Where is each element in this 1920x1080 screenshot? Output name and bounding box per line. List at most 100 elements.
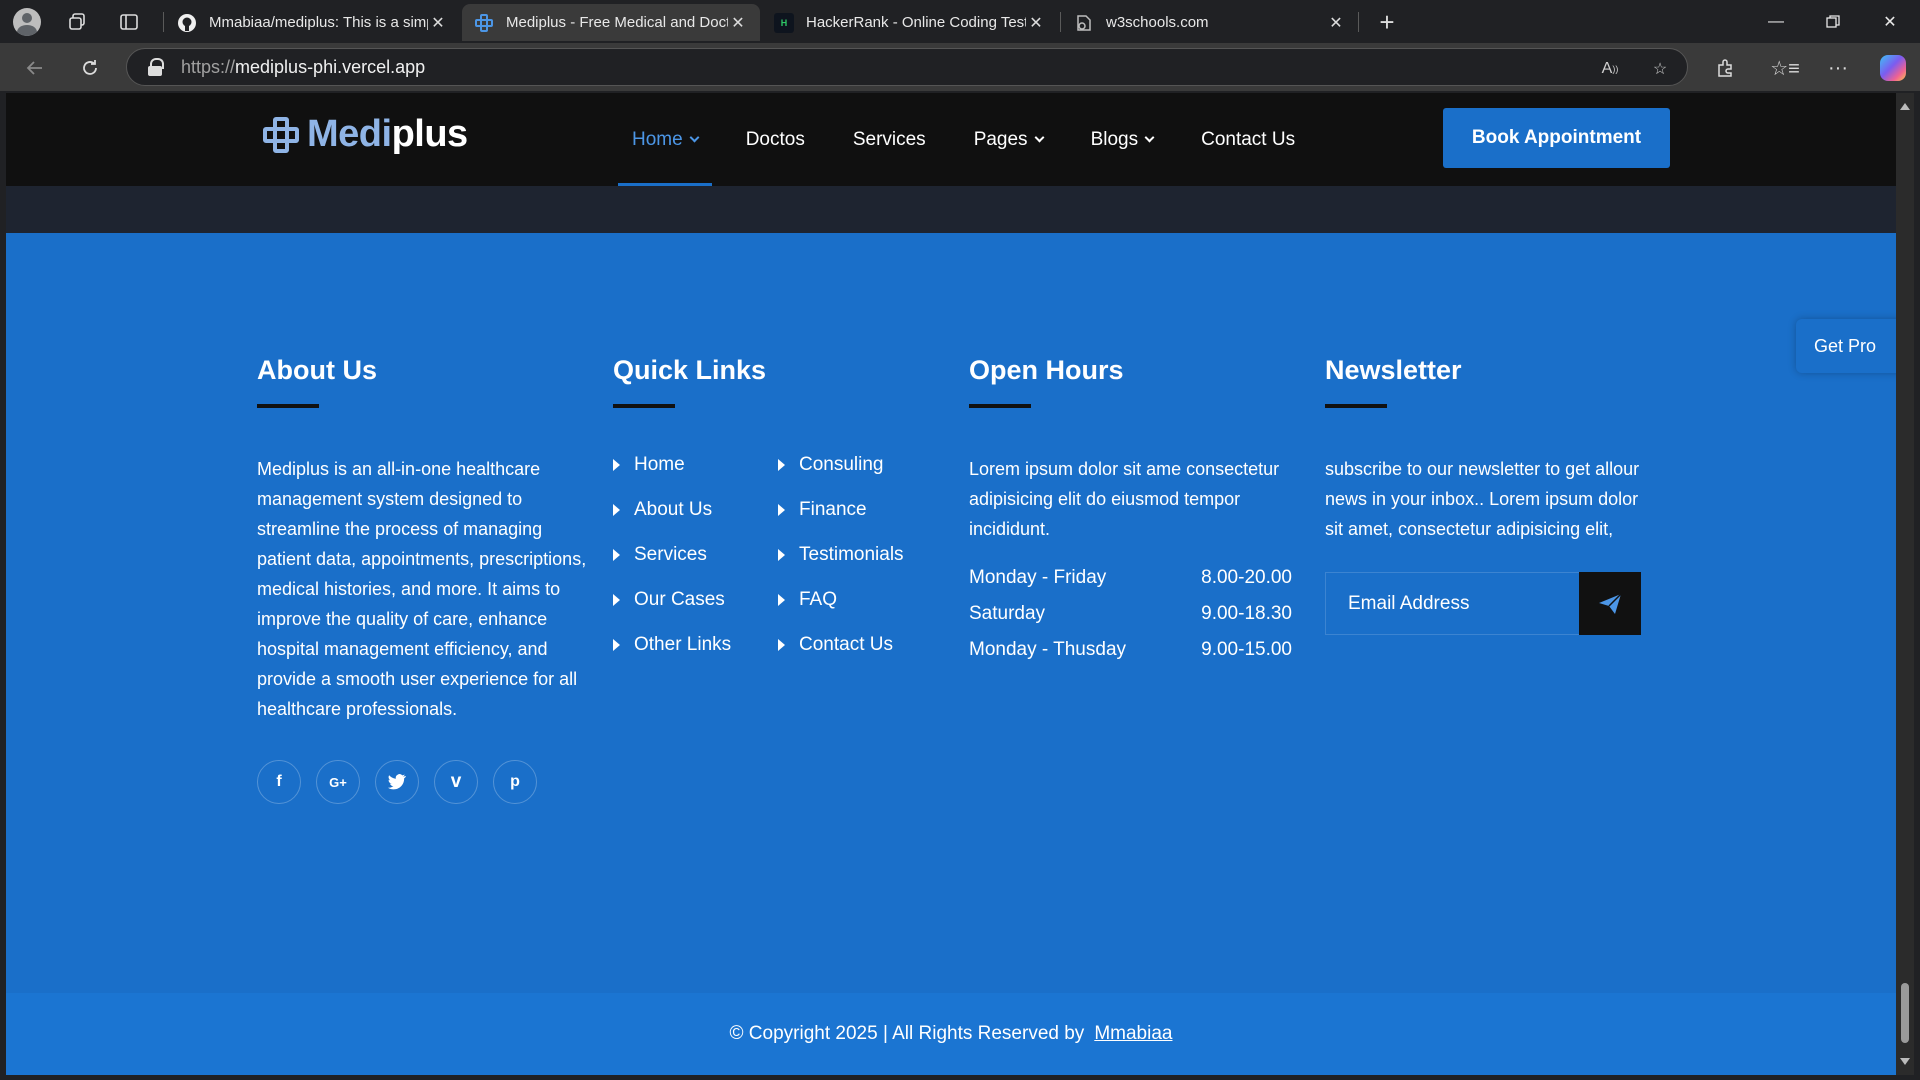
caret-right-icon — [778, 549, 785, 561]
caret-right-icon — [778, 639, 785, 651]
open-hours-text: Lorem ipsum dolor sit ame consectetur ad… — [969, 459, 1280, 539]
url-host: mediplus-phi.vercel.app — [235, 56, 426, 77]
author-link[interactable]: Mmabiaa — [1094, 1023, 1172, 1045]
site-logo[interactable]: Mediplus — [261, 113, 468, 156]
link-label: Home — [634, 454, 685, 475]
chevron-down-icon — [1144, 132, 1155, 142]
book-appointment-button[interactable]: Book Appointment — [1443, 108, 1670, 168]
chevron-down-icon — [1034, 132, 1045, 142]
close-tab-icon[interactable]: ✕ — [1026, 13, 1046, 33]
header-divider-strip — [6, 186, 1896, 233]
hours-time: 9.00-15.00 — [1201, 639, 1292, 660]
workspaces-icon[interactable] — [62, 7, 92, 37]
favorite-star-icon[interactable]: ☆ — [1647, 56, 1673, 82]
favorites-icon[interactable]: ☆≡ — [1770, 53, 1800, 83]
footer-link-consulting[interactable]: Consuling — [778, 454, 943, 499]
send-button[interactable] — [1579, 572, 1641, 635]
hours-day: Monday - Friday — [969, 567, 1107, 588]
copilot-icon[interactable] — [1878, 53, 1908, 83]
close-tab-icon[interactable]: ✕ — [728, 13, 748, 33]
tab-hackerrank[interactable]: H HackerRank - Online Coding Tests ✕ — [762, 4, 1058, 41]
footer-link-home[interactable]: Home — [613, 454, 778, 499]
minimize-icon[interactable]: — — [1748, 0, 1804, 43]
google-plus-icon[interactable]: G+ — [316, 760, 360, 804]
caret-right-icon — [613, 504, 620, 516]
nav-contact[interactable]: Contact Us — [1187, 93, 1309, 186]
vimeo-icon[interactable]: v — [434, 760, 478, 804]
nav-blogs[interactable]: Blogs — [1077, 93, 1168, 186]
link-label: Other Links — [634, 634, 732, 655]
hours-time: 8.00-20.00 — [1201, 567, 1292, 588]
browser-toolbar: https://mediplus-phi.vercel.app A)) ☆ ☆≡… — [0, 43, 1920, 91]
link-label: About Us — [634, 499, 713, 520]
scrollbar-thumb[interactable] — [1901, 983, 1909, 1043]
vertical-scrollbar[interactable] — [1896, 93, 1914, 1075]
link-label: Our Cases — [634, 589, 725, 610]
github-icon — [177, 13, 197, 33]
refresh-icon[interactable] — [75, 53, 105, 83]
email-field[interactable]: Email Address — [1325, 572, 1579, 635]
hours-day: Saturday — [969, 603, 1046, 624]
hours-table: Monday - Friday 8.00-20.00 Saturday 9.00-1… — [969, 560, 1292, 668]
more-menu-icon[interactable]: ··· — [1823, 53, 1853, 83]
new-tab-icon[interactable]: + — [1372, 7, 1402, 37]
twitter-icon[interactable] — [375, 760, 419, 804]
scroll-down-icon[interactable] — [1900, 1058, 1910, 1065]
footer-link-services[interactable]: Services — [613, 544, 778, 589]
footer-newsletter: Newsletter subscribe to our newsletter t… — [1325, 355, 1655, 635]
tab-mediplus[interactable]: Mediplus - Free Medical and Doct ✕ — [462, 4, 760, 41]
copyright-bar: © Copyright 2025 | All Rights Reserved b… — [6, 993, 1896, 1075]
restore-icon[interactable] — [1805, 0, 1861, 43]
browser-tab-bar: Mmabiaa/mediplus: This is a simp ✕ Medip… — [0, 0, 1920, 43]
profile-avatar[interactable] — [12, 7, 42, 37]
newsletter-form: Email Address — [1325, 572, 1641, 635]
nav-blogs-label: Blogs — [1090, 128, 1139, 150]
link-label: Testimonials — [799, 544, 904, 565]
url-protocol: https:// — [181, 56, 236, 77]
social-links: f G+ v p — [257, 760, 587, 804]
quick-links-heading: Quick Links — [613, 355, 767, 385]
scroll-up-icon[interactable] — [1900, 103, 1910, 110]
quick-links-list-1: Home About Us Services Our Cases Other L… — [613, 454, 778, 679]
logo-text-medi: Medi — [307, 113, 392, 155]
address-bar[interactable]: https://mediplus-phi.vercel.app A)) ☆ — [126, 48, 1688, 86]
footer-link-other[interactable]: Other Links — [613, 634, 778, 679]
hours-row: Monday - Friday 8.00-20.00 — [969, 560, 1292, 596]
get-pro-button[interactable]: Get Pro — [1796, 319, 1896, 373]
nav-doctors[interactable]: Doctos — [732, 93, 819, 186]
footer-link-cases[interactable]: Our Cases — [613, 589, 778, 634]
nav-home[interactable]: Home — [618, 93, 712, 186]
heading-underline — [257, 404, 319, 408]
caret-right-icon — [613, 459, 620, 471]
read-aloud-icon[interactable]: A)) — [1597, 56, 1623, 82]
footer-link-testimonials[interactable]: Testimonials — [778, 544, 943, 589]
nav-home-label: Home — [632, 128, 683, 150]
caret-right-icon — [778, 459, 785, 471]
link-label: Consuling — [799, 454, 884, 475]
tab-w3schools[interactable]: w3schools.com ✕ — [1062, 4, 1358, 41]
close-tab-icon[interactable]: ✕ — [1326, 13, 1346, 33]
close-tab-icon[interactable]: ✕ — [428, 13, 448, 33]
tab-actions-icon[interactable] — [114, 7, 144, 37]
pinterest-icon[interactable]: p — [493, 760, 537, 804]
nav-contact-label: Contact Us — [1201, 128, 1296, 150]
footer-open-hours: Open Hours Lorem ipsum dolor sit ame con… — [969, 355, 1299, 668]
extensions-icon[interactable] — [1710, 53, 1740, 83]
footer-link-about[interactable]: About Us — [613, 499, 778, 544]
newsletter-text: subscribe to our newsletter to get allou… — [1325, 459, 1640, 539]
nav-pages[interactable]: Pages — [960, 93, 1057, 186]
newsletter-heading: Newsletter — [1325, 355, 1462, 385]
medical-cross-icon — [261, 115, 301, 155]
footer-link-contact[interactable]: Contact Us — [778, 634, 943, 679]
tab-github[interactable]: Mmabiaa/mediplus: This is a simp ✕ — [165, 4, 460, 41]
lock-icon[interactable] — [147, 58, 165, 76]
chevron-down-icon — [689, 132, 700, 142]
facebook-icon[interactable]: f — [257, 760, 301, 804]
footer-link-finance[interactable]: Finance — [778, 499, 943, 544]
back-arrow-icon[interactable] — [20, 53, 50, 83]
hours-row: Saturday 9.00-18.30 — [969, 596, 1292, 632]
tab-title: HackerRank - Online Coding Tests — [806, 14, 1026, 31]
footer-link-faq[interactable]: FAQ — [778, 589, 943, 634]
close-window-icon[interactable]: ✕ — [1862, 0, 1918, 43]
nav-services[interactable]: Services — [839, 93, 940, 186]
